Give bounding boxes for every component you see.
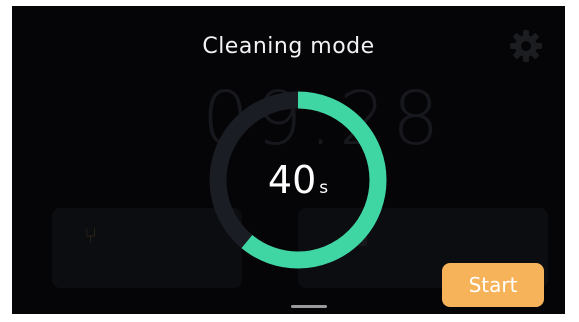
utensils-icon: ⑂ — [84, 224, 98, 249]
countdown-timer: 40 s — [206, 88, 390, 272]
start-button[interactable]: Start — [442, 263, 544, 307]
timer-value: 40 — [267, 158, 317, 202]
page-title: Cleaning mode — [202, 34, 375, 59]
timer-unit: s — [319, 178, 329, 198]
device-screen: 09:28 ⑂ ▦ Cleaning mode 40 s Start — [12, 6, 565, 314]
home-indicator[interactable] — [291, 305, 327, 308]
